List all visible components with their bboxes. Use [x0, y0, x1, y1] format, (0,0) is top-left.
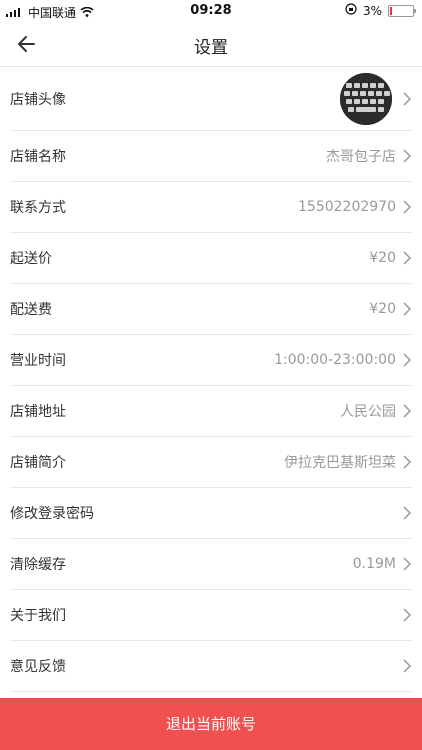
- avatar[interactable]: [340, 72, 392, 125]
- row-label: 意见反馈: [10, 659, 66, 675]
- row-value: 伊拉克巴基斯坦菜: [284, 455, 396, 471]
- settings-row-about[interactable]: 关于我们: [10, 590, 412, 641]
- chevron-right-icon: [403, 506, 412, 520]
- logout-button[interactable]: 退出当前账号: [0, 698, 422, 750]
- chevron-right-icon: [403, 200, 412, 214]
- status-right: 3%: [345, 3, 416, 18]
- battery-percent: 3%: [362, 3, 382, 18]
- row-label: 店铺名称: [10, 149, 66, 165]
- chevron-right-icon: [403, 659, 412, 673]
- row-label: 起送价: [10, 251, 52, 267]
- battery-icon: [388, 4, 416, 17]
- nav-bar: 设置: [0, 22, 422, 67]
- settings-list: 店铺头像 店铺名称 杰哥包子店 联系方式 15502202970 起送价 ¥20…: [0, 67, 422, 692]
- rotation-lock-icon: [345, 3, 357, 18]
- settings-row-shop-name[interactable]: 店铺名称 杰哥包子店: [10, 131, 412, 182]
- row-label: 关于我们: [10, 608, 66, 624]
- chevron-right-icon: [403, 404, 412, 418]
- row-label: 配送费: [10, 302, 52, 318]
- row-label: 修改登录密码: [10, 506, 94, 522]
- chevron-right-icon: [403, 557, 412, 571]
- row-label: 营业时间: [10, 353, 66, 369]
- chevron-right-icon: [403, 353, 412, 367]
- settings-row-delivery-fee[interactable]: 配送费 ¥20: [10, 284, 412, 335]
- row-value: 15502202970: [298, 199, 396, 215]
- row-value: ¥20: [369, 250, 396, 266]
- chevron-right-icon: [403, 91, 412, 106]
- page-title: 设置: [194, 38, 228, 58]
- row-value: 0.19M: [352, 556, 396, 572]
- chevron-right-icon: [403, 149, 412, 163]
- settings-row-clear-cache[interactable]: 清除缓存 0.19M: [10, 539, 412, 590]
- chevron-right-icon: [403, 302, 412, 316]
- settings-row-shop-avatar[interactable]: 店铺头像: [10, 67, 412, 131]
- settings-row-address[interactable]: 店铺地址 人民公园: [10, 386, 412, 437]
- row-value: 杰哥包子店: [326, 149, 396, 165]
- chevron-right-icon: [403, 455, 412, 469]
- row-label: 店铺地址: [10, 404, 66, 420]
- row-label: 店铺头像: [10, 91, 66, 108]
- row-value: 1:00:00-23:00:00: [274, 352, 396, 368]
- chevron-right-icon: [403, 608, 412, 622]
- settings-row-contact[interactable]: 联系方式 15502202970: [10, 182, 412, 233]
- chevron-right-icon: [403, 251, 412, 265]
- settings-row-intro[interactable]: 店铺简介 伊拉克巴基斯坦菜: [10, 437, 412, 488]
- row-label: 清除缓存: [10, 557, 66, 573]
- settings-row-business-hours[interactable]: 营业时间 1:00:00-23:00:00: [10, 335, 412, 386]
- row-label: 店铺简介: [10, 455, 66, 471]
- row-value: 人民公园: [340, 404, 396, 420]
- settings-row-min-order[interactable]: 起送价 ¥20: [10, 233, 412, 284]
- settings-row-feedback[interactable]: 意见反馈: [10, 641, 412, 692]
- settings-row-change-password[interactable]: 修改登录密码: [10, 488, 412, 539]
- row-label: 联系方式: [10, 200, 66, 216]
- row-value: ¥20: [369, 301, 396, 317]
- status-bar: 中国联通 09:28 3%: [0, 0, 422, 22]
